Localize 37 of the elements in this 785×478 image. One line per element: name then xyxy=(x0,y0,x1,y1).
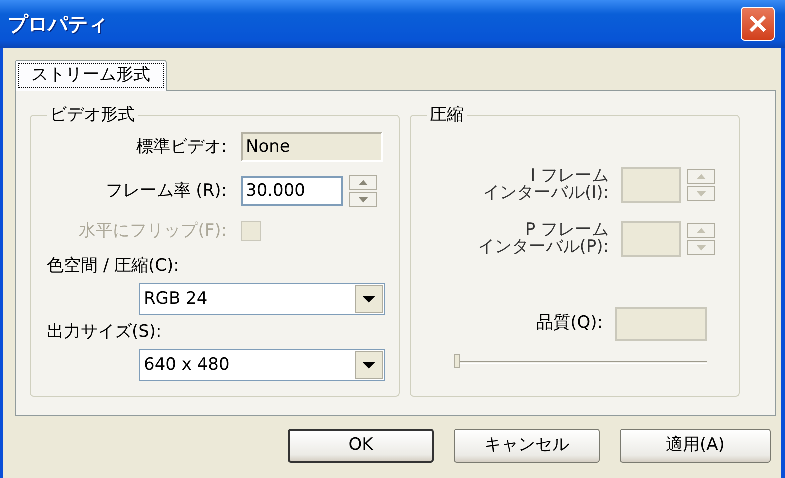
dropdown-value: 640 x 480 xyxy=(144,354,230,377)
down-arrow-icon xyxy=(696,244,706,251)
field-label: I フレーム xyxy=(530,168,609,186)
dropdown-button[interactable] xyxy=(355,351,383,380)
field-label: 標準ビデオ: xyxy=(135,136,228,159)
down-arrow-icon xyxy=(358,196,368,203)
readonly-field: None xyxy=(241,132,383,162)
dialog-button[interactable]: キャンセル xyxy=(454,429,600,463)
up-arrow-icon xyxy=(358,180,368,186)
checkbox-label: 水平にフリップ(F): xyxy=(78,220,228,243)
input-field[interactable]: 30.000 xyxy=(241,176,343,206)
group-title: 圧縮 xyxy=(429,105,465,126)
spin-down-button[interactable] xyxy=(349,192,377,208)
group-title: ビデオ形式 xyxy=(49,105,136,126)
caret-icon xyxy=(363,362,375,369)
dropdown[interactable]: RGB 24 xyxy=(139,283,385,316)
field-label: P フレーム xyxy=(525,222,609,240)
dropdown-value: RGB 24 xyxy=(144,288,208,311)
caret-icon xyxy=(363,296,375,303)
field-label: 出力サイズ(S): xyxy=(46,320,163,344)
down-arrow-icon xyxy=(696,190,706,197)
field-label: 色空間 / 圧縮(C): xyxy=(46,254,180,278)
field-label: インターバル(I): xyxy=(482,185,609,204)
up-arrow-icon xyxy=(696,228,706,234)
close-icon xyxy=(748,14,768,34)
window-title: プロパティ xyxy=(8,11,108,38)
field-label: フレーム率 (R): xyxy=(104,180,228,203)
field-label: 品質(Q): xyxy=(536,315,604,334)
tab[interactable]: ストリーム形式 xyxy=(15,60,167,91)
dialog-button[interactable]: 適用(A) xyxy=(620,429,771,463)
dialog-button[interactable]: OK xyxy=(288,429,434,463)
dropdown-button[interactable] xyxy=(355,285,383,314)
field-label: インターバル(P): xyxy=(478,239,609,258)
up-arrow-icon xyxy=(696,174,706,180)
dropdown[interactable]: 640 x 480 xyxy=(139,349,385,382)
close-button[interactable] xyxy=(741,7,775,41)
spin-up-button[interactable] xyxy=(349,175,377,190)
